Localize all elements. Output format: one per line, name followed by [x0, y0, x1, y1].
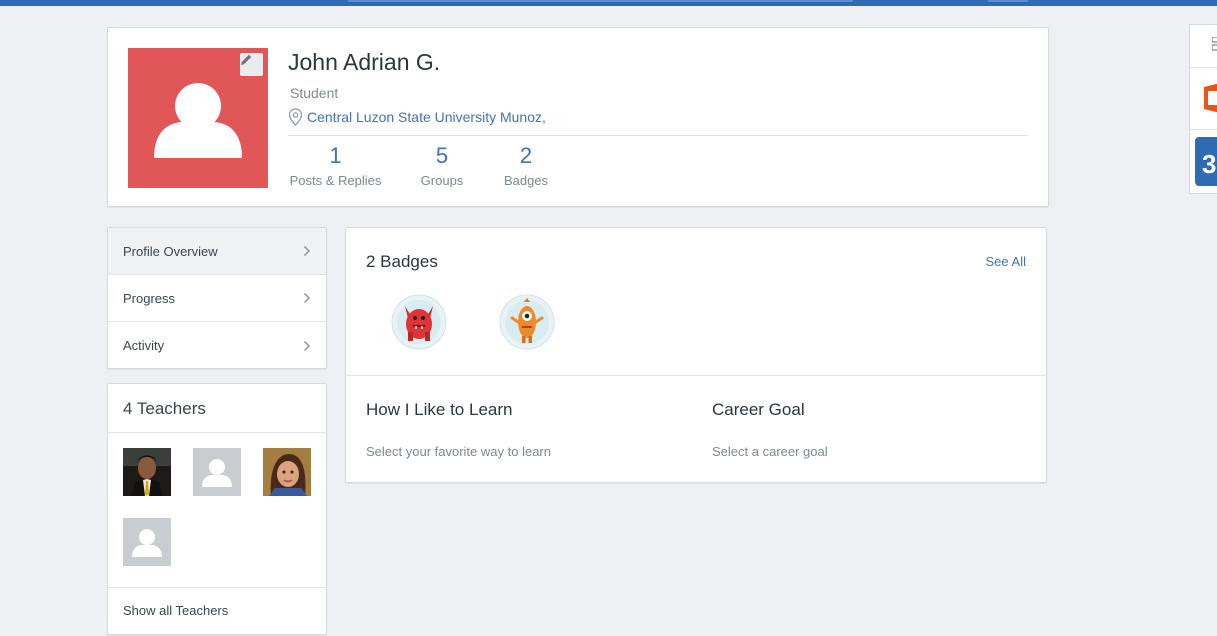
profile-role: Student	[290, 85, 339, 101]
stat-posts-label: Posts & Replies	[289, 173, 382, 188]
profile-location[interactable]: Central Luzon State University Munoz,	[288, 108, 546, 126]
nav-item-label: Activity	[123, 338, 165, 353]
profile-avatar[interactable]	[128, 48, 268, 188]
office-icon[interactable]	[1202, 81, 1217, 115]
see-all-badges-link[interactable]: See All	[986, 254, 1026, 269]
profile-header-card: John Adrian G. Student Central Luzon Sta…	[107, 27, 1049, 207]
pencil-icon	[241, 54, 252, 65]
edit-avatar-button[interactable]	[240, 53, 263, 76]
map-pin-icon	[288, 108, 303, 126]
career-goal-title: Career Goal	[712, 400, 805, 419]
profile-nav: Profile Overview Progress Activity	[107, 227, 327, 369]
top-bar-segment	[988, 0, 1028, 2]
badge-red-monster[interactable]	[391, 294, 447, 350]
stat-badges-label: Badges	[503, 173, 549, 188]
red-monster-badge-icon	[391, 294, 447, 350]
stat-badges-value: 2	[519, 143, 533, 168]
chevron-right-icon	[303, 292, 311, 304]
teacher-avatar[interactable]	[123, 518, 171, 566]
teachers-divider	[108, 432, 326, 433]
stat-posts-value: 1	[329, 143, 342, 168]
teacher-avatar[interactable]	[263, 448, 311, 496]
teacher-avatar[interactable]	[123, 448, 171, 496]
default-user-icon	[123, 518, 171, 566]
badges-title: 2 Badges	[366, 252, 438, 271]
stat-badges[interactable]: 2 Badges	[498, 143, 554, 188]
teacher-avatar[interactable]	[193, 448, 241, 496]
profile-name: John Adrian G.	[288, 49, 441, 75]
teacher-photo	[123, 448, 171, 496]
nav-item-progress[interactable]: Progress	[108, 275, 326, 322]
nav-item-profile-overview[interactable]: Profile Overview	[108, 228, 326, 275]
stat-groups-label: Groups	[420, 173, 464, 188]
nav-item-label: Profile Overview	[123, 243, 218, 259]
badge-orange-monster[interactable]	[499, 294, 555, 350]
grid-icon[interactable]	[1211, 36, 1217, 51]
top-bar-highlight	[348, 0, 853, 2]
nav-item-activity[interactable]: Activity	[108, 322, 326, 369]
badges-divider	[346, 375, 1046, 376]
teachers-title: 4 Teachers	[123, 399, 206, 418]
learn-title: How I Like to Learn	[366, 400, 513, 419]
stat-groups-value: 5	[435, 143, 449, 168]
nav-item-label: Progress	[123, 290, 176, 306]
default-user-icon	[193, 448, 241, 496]
profile-location-text[interactable]: Central Luzon State University Munoz,	[307, 109, 546, 125]
teachers-divider	[108, 587, 326, 588]
top-bar	[0, 0, 1217, 6]
calendar-app-icon[interactable]: 3	[1195, 137, 1217, 186]
teachers-card: 4 Teachers Show all Teachers	[107, 383, 327, 635]
career-goal-select-link[interactable]: Select a career goal	[712, 444, 828, 459]
badges-card: 2 Badges See All How I Like to Learn Sel…	[345, 227, 1047, 483]
app-launcher-rail: 3	[1189, 24, 1217, 194]
stat-groups[interactable]: 5 Groups	[414, 143, 470, 188]
chevron-right-icon	[303, 340, 311, 351]
stat-posts-replies[interactable]: 1 Posts & Replies	[288, 143, 383, 188]
rail-divider	[1190, 67, 1217, 68]
teacher-photo	[263, 448, 311, 496]
svg-text:3: 3	[1202, 149, 1216, 179]
show-all-teachers-link[interactable]: Show all Teachers	[123, 603, 228, 618]
rail-divider	[1190, 129, 1217, 130]
chevron-right-icon	[303, 245, 311, 257]
orange-monster-badge-icon	[499, 294, 555, 350]
learn-select-link[interactable]: Select your favorite way to learn	[366, 444, 551, 459]
profile-divider	[288, 135, 1028, 136]
